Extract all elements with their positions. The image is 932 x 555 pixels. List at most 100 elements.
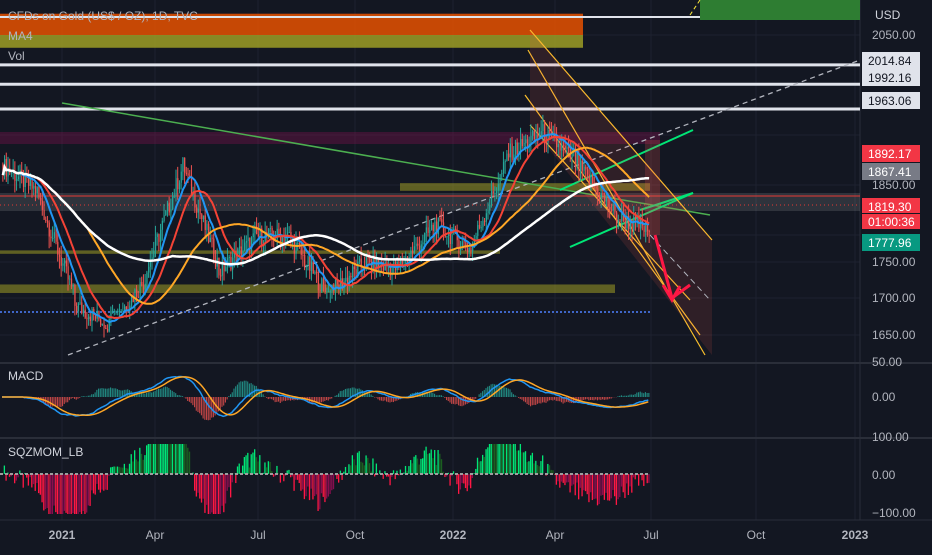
- candle-body: [596, 187, 597, 189]
- macd-bar: [62, 397, 63, 406]
- sqz-bar: [209, 474, 210, 514]
- macd-bar: [494, 384, 495, 397]
- price-tag-label: 1992.16: [868, 71, 912, 85]
- sqz-bar: [156, 444, 157, 474]
- sqz-bar: [429, 453, 430, 474]
- sqz-bar: [449, 474, 450, 486]
- macd-bar: [551, 397, 552, 400]
- sqz-bar: [376, 464, 377, 474]
- macd-bar: [101, 388, 102, 397]
- candle-body: [560, 144, 561, 151]
- macd-bar: [244, 381, 245, 397]
- candle-body: [78, 303, 79, 311]
- macd-bar: [583, 397, 584, 400]
- sqz-bar: [36, 474, 37, 483]
- candle-body: [158, 234, 159, 242]
- sqz-bar: [568, 474, 569, 482]
- candle-body: [441, 219, 442, 222]
- sqz-bar: [556, 474, 557, 485]
- symbol-title[interactable]: CFDs on Gold (US$ / OZ), 1D, TVC: [8, 9, 198, 23]
- sqz-bar: [143, 460, 144, 474]
- macd-bar: [520, 397, 521, 399]
- macd-bar: [187, 397, 188, 401]
- candle-body: [505, 161, 506, 162]
- sqz-title[interactable]: SQZMOM_LB: [8, 445, 83, 459]
- macd-bar: [287, 397, 288, 400]
- macd-bar: [648, 393, 649, 397]
- candle-body: [486, 213, 487, 221]
- candle-body: [107, 329, 108, 332]
- sqz-bar: [338, 474, 339, 483]
- macd-bar: [281, 397, 282, 402]
- macd-bar: [479, 394, 480, 397]
- candle-body: [239, 246, 240, 248]
- sqz-bar: [86, 474, 87, 513]
- macd-bar: [362, 390, 363, 397]
- macd-bar: [110, 387, 111, 397]
- macd-bar: [439, 395, 440, 397]
- macd-bar: [275, 397, 276, 402]
- macd-bar: [100, 388, 101, 397]
- candle-body: [248, 238, 249, 241]
- candle-body: [102, 324, 103, 325]
- candle-body: [169, 203, 170, 213]
- sqz-bar: [67, 474, 68, 514]
- sqz-bar: [237, 466, 238, 474]
- indicator-ma-label[interactable]: MA4: [8, 29, 33, 43]
- sqz-bar: [588, 474, 589, 502]
- sqz-bar: [71, 474, 72, 514]
- sqz-bar: [218, 474, 219, 514]
- macd-bar: [167, 387, 168, 397]
- sqz-bar: [326, 474, 327, 499]
- sqz-bar: [204, 474, 205, 513]
- candle-body: [503, 162, 504, 173]
- macd-bar: [369, 393, 370, 397]
- sqz-bar: [513, 444, 514, 474]
- sqz-bar: [518, 450, 519, 474]
- candle-body: [203, 215, 204, 219]
- candle-body: [121, 311, 122, 312]
- candle-body: [488, 211, 489, 214]
- macd-title[interactable]: MACD: [8, 369, 43, 383]
- candle-body: [469, 248, 470, 252]
- chart-svg[interactable]: 2050.001850.001750.001700.001650.00USD20…: [0, 0, 932, 550]
- candle-body: [306, 265, 307, 266]
- macd-bar: [216, 397, 217, 412]
- macd-bar: [228, 396, 229, 397]
- sqz-bar: [180, 444, 181, 474]
- candle-body: [424, 233, 425, 242]
- macd-bar: [251, 383, 252, 397]
- macd-bar: [628, 395, 629, 397]
- candle-body: [508, 154, 509, 158]
- candle-body: [157, 234, 158, 237]
- candle-body: [92, 309, 93, 321]
- macd-bar: [220, 397, 221, 409]
- candle-body: [446, 236, 447, 237]
- sqz-bar: [516, 451, 517, 474]
- candle-body: [182, 158, 183, 172]
- sqz-bar: [57, 474, 58, 514]
- sqz-bar: [59, 474, 60, 514]
- sqz-bar: [549, 465, 550, 474]
- macd-bar: [389, 397, 390, 403]
- candle-body: [302, 255, 303, 256]
- sqz-bar: [79, 474, 80, 512]
- macd-bar: [67, 397, 68, 402]
- indicator-vol-label[interactable]: Vol: [8, 49, 25, 63]
- sqz-bar: [179, 444, 180, 474]
- sqz-bar: [64, 474, 65, 511]
- sqz-tick-label: −100.00: [872, 506, 916, 520]
- sqz-bar: [69, 474, 70, 514]
- sqz-bar: [328, 474, 329, 497]
- macd-bar: [283, 397, 284, 401]
- candle-body: [561, 145, 562, 151]
- candle-body: [385, 262, 386, 270]
- sqz-bar: [533, 463, 534, 474]
- candle-body: [510, 144, 511, 158]
- candle-body: [323, 278, 324, 284]
- sqz-bar: [612, 474, 613, 490]
- sqz-bar: [520, 444, 521, 474]
- macd-bar: [446, 397, 447, 400]
- candle-body: [635, 217, 636, 220]
- macd-bar: [64, 397, 65, 404]
